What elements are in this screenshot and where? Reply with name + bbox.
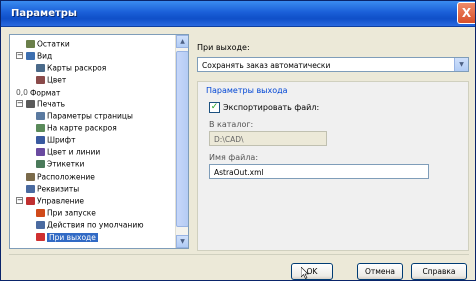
exit-icon <box>36 233 45 241</box>
tree-item[interactable]: Параметры страницы <box>36 110 133 121</box>
format-prefix: 0,0 <box>16 88 28 97</box>
tree-item-label: Остатки <box>37 39 70 49</box>
default-icon <box>36 221 45 229</box>
tree-item[interactable]: Действия по умолчанию <box>36 219 144 230</box>
export-checkbox[interactable]: ✓ <box>209 102 220 113</box>
tree-item[interactable]: Реквизиты <box>26 183 79 194</box>
tree-item-label: Формат <box>29 88 61 98</box>
tree-item-label: При запуске <box>47 208 96 218</box>
scroll-down-button[interactable]: ▼ <box>176 235 188 248</box>
font-icon <box>36 136 45 144</box>
tree-item[interactable]: − Управление <box>16 195 85 206</box>
cut-map-icon <box>36 64 45 72</box>
scroll-thumb[interactable] <box>176 51 188 227</box>
label-icon <box>36 160 45 168</box>
tree-item-label: Параметры страницы <box>47 111 133 121</box>
title-bar[interactable]: Параметры X <box>1 1 475 27</box>
collapse-icon[interactable]: − <box>16 52 23 59</box>
tree-item-label: Цвет и линии <box>47 147 101 157</box>
cancel-button[interactable]: Отмена <box>357 263 403 280</box>
on-exit-select[interactable]: Сохранять заказ автоматически ▼ <box>197 57 469 72</box>
printer-icon <box>26 100 35 108</box>
tree-item[interactable]: При запуске <box>36 207 96 218</box>
tree-item-label: На карте раскроя <box>47 123 117 133</box>
tree-item[interactable]: − Печать <box>16 98 66 109</box>
dir-field[interactable]: D:\CAD\ <box>209 131 327 146</box>
window-title: Параметры <box>11 8 77 19</box>
tree-item[interactable]: Шрифт <box>36 134 75 145</box>
tree-item-label: Шрифт <box>47 135 76 145</box>
tree-item-label: Управление <box>37 196 85 206</box>
settings-tree: Остатки − Вид Карты раскроя Цвет 0,0 Формат − Пе… <box>9 34 189 249</box>
tree-item[interactable]: На карте раскроя <box>36 122 117 133</box>
ok-button[interactable]: OK <box>291 263 333 280</box>
tree-item[interactable]: Этикетки <box>36 158 84 169</box>
scroll-up-button[interactable]: ▲ <box>176 35 188 48</box>
map-print-icon <box>36 124 45 132</box>
dir-label: В каталог: <box>209 120 254 129</box>
collapse-icon[interactable]: − <box>16 100 23 107</box>
tree-item[interactable]: При выходе <box>36 231 98 242</box>
tree-item[interactable]: − Вид <box>16 50 53 61</box>
tree-item[interactable]: Карты раскроя <box>36 62 106 73</box>
details-icon <box>26 185 35 193</box>
file-label: Имя файла: <box>209 153 259 162</box>
start-icon <box>36 209 45 217</box>
pen-icon <box>36 148 45 156</box>
tree-item-label: Действия по умолчанию <box>47 220 144 230</box>
file-name-field[interactable]: AstraOut.xml <box>209 164 429 179</box>
tree-item-label: При выходе <box>47 232 98 242</box>
chevron-down-icon[interactable]: ▼ <box>454 58 468 71</box>
divider <box>9 254 469 255</box>
group-title: Параметры выхода <box>206 86 288 95</box>
on-exit-label: При выходе: <box>197 43 250 52</box>
on-exit-value: Сохранять заказ автоматически <box>202 61 331 70</box>
collapse-icon[interactable]: − <box>16 197 23 204</box>
close-button[interactable]: X <box>457 2 475 24</box>
view-icon <box>26 52 35 60</box>
page-icon <box>36 112 45 120</box>
tree-list: Остатки − Вид Карты раскроя Цвет 0,0 Формат − Пе… <box>10 35 176 248</box>
tree-item[interactable]: Цвет и линии <box>36 146 100 157</box>
help-button[interactable]: Справка <box>411 263 467 280</box>
tree-item[interactable]: Остатки <box>26 38 70 49</box>
tree-scrollbar[interactable]: ▲ ▼ <box>175 35 188 248</box>
tree-item[interactable]: Расположение <box>26 171 95 182</box>
tree-item-label: Печать <box>37 99 66 109</box>
control-icon <box>26 197 35 205</box>
color-icon <box>36 76 45 84</box>
tree-item[interactable]: 0,0 Формат <box>16 87 60 98</box>
stock-icon <box>26 40 35 48</box>
mouse-cursor-icon <box>301 267 309 279</box>
tree-item-label: Вид <box>37 51 53 61</box>
tree-item-label: Реквизиты <box>37 184 80 194</box>
settings-dialog: Параметры X Остатки − Вид Карты раскроя Цвет… <box>0 0 476 281</box>
tree-item-label: Этикетки <box>47 159 85 169</box>
layout-icon <box>26 173 35 181</box>
tree-item-label: Карты раскроя <box>47 63 107 73</box>
export-label[interactable]: Экспортировать файл: <box>223 103 319 112</box>
tree-item-label: Цвет <box>47 75 67 85</box>
tree-item[interactable]: Цвет <box>36 74 66 85</box>
tree-item-label: Расположение <box>37 172 95 182</box>
